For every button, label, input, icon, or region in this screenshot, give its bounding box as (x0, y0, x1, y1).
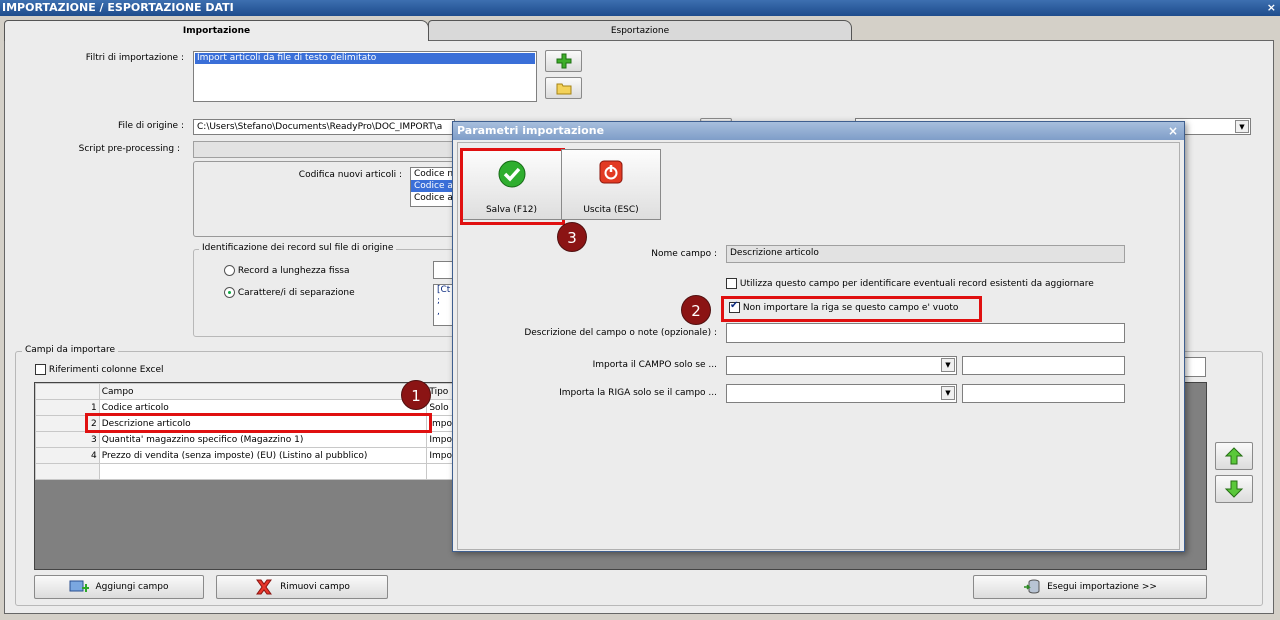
remove-x-icon (256, 579, 273, 595)
row-number: 3 (35, 431, 100, 448)
table-header-row: Campo Tipo (35, 383, 455, 400)
table-row[interactable]: 4 Prezzo di vendita (senza imposte) (EU)… (35, 447, 455, 464)
table-row[interactable]: 3 Quantita' magazzino specifico (Magazzi… (35, 431, 455, 448)
notes-input[interactable] (726, 323, 1125, 343)
filters-label: Filtri di importazione : (85, 53, 184, 63)
add-field-label: Aggiungi campo (95, 582, 169, 592)
tab-importazione[interactable]: Importazione (4, 20, 429, 41)
dialog-title: Parametri importazione (457, 124, 605, 137)
exit-label: Uscita (ESC) (583, 205, 639, 215)
annotation-badge-3: 3 (557, 222, 587, 252)
identify-checkbox-label: Utilizza questo campo per identificare e… (739, 279, 1094, 289)
remove-field-label: Rimuovi campo (280, 582, 350, 592)
chevron-down-icon[interactable]: ▼ (941, 358, 955, 372)
import-field-value-input[interactable] (962, 356, 1125, 375)
codifica-list[interactable]: Codice n Codice a Codice a (410, 167, 455, 207)
import-row-if-label: Importa la RIGA solo se il campo ... (559, 388, 717, 398)
add-filter-button[interactable] (545, 50, 582, 72)
excel-refs-checkbox[interactable] (35, 364, 46, 375)
add-field-button[interactable]: Aggiungi campo (34, 575, 204, 599)
row-number (35, 463, 100, 480)
script-pre-input[interactable] (193, 141, 455, 158)
source-file-label: File di origine : (117, 121, 184, 131)
codifica-label: Codifica nuovi articoli : (298, 170, 402, 180)
row-campo[interactable]: Quantita' magazzino specifico (Magazzino… (98, 431, 428, 448)
remove-field-button[interactable]: Rimuovi campo (216, 575, 388, 599)
arrow-down-icon (1224, 480, 1244, 498)
filters-list[interactable]: Import articoli da file di testo delimit… (193, 51, 537, 102)
window-titlebar: IMPORTAZIONE / ESPORTAZIONE DATI × (0, 0, 1280, 16)
radio-fixed-icon[interactable] (224, 265, 235, 276)
dialog-titlebar: Parametri importazione × (453, 122, 1184, 140)
radio-fixed-label: Record a lunghezza fissa (237, 266, 350, 276)
row-tipo[interactable] (426, 463, 455, 480)
filters-list-item[interactable]: Import articoli da file di testo delimit… (195, 53, 535, 64)
identify-checkbox[interactable] (726, 278, 737, 289)
codifica-option-selected[interactable]: Codice a (411, 180, 454, 192)
row-tipo[interactable]: Impo (426, 431, 455, 448)
import-row-value-input[interactable] (962, 384, 1125, 403)
fields-group-title: Campi da importare (22, 345, 118, 355)
codifica-option[interactable]: Codice n (411, 168, 454, 180)
radio-fixed-length[interactable]: Record a lunghezza fissa (224, 265, 349, 276)
import-field-condition-combo[interactable]: ▼ (726, 356, 957, 375)
exit-button[interactable]: Uscita (ESC) (561, 149, 661, 220)
annotation-badge-2: 2 (681, 295, 711, 325)
import-params-dialog: Parametri importazione × Salva (F12) Usc… (452, 121, 1185, 552)
excel-refs-checkbox-row[interactable]: Riferimenti colonne Excel (35, 364, 164, 375)
run-import-button[interactable]: Esegui importazione >> (973, 575, 1207, 599)
field-name-label: Nome campo : (651, 249, 717, 259)
radio-separator-icon[interactable] (224, 287, 235, 298)
folder-icon (556, 83, 571, 95)
import-field-if-label: Importa il CAMPO solo se ... (592, 360, 717, 370)
import-row-condition-combo[interactable]: ▼ (726, 384, 957, 403)
open-filter-button[interactable] (545, 77, 582, 99)
power-icon (599, 160, 623, 184)
radio-separator[interactable]: Carattere/i di separazione (224, 287, 355, 298)
radio-separator-label: Carattere/i di separazione (237, 288, 355, 298)
highlight-skip-empty (721, 296, 982, 322)
plus-icon (556, 53, 571, 69)
identification-title: Identificazione dei record sul file di o… (199, 243, 397, 253)
row-tipo[interactable]: Impo (426, 447, 455, 464)
excel-refs-label: Riferimenti colonne Excel (48, 365, 164, 375)
field-name-input: Descrizione articolo (726, 245, 1125, 263)
arrow-up-icon (1224, 447, 1244, 465)
move-down-button[interactable] (1215, 475, 1253, 503)
window-title: IMPORTAZIONE / ESPORTAZIONE DATI (2, 1, 234, 14)
identify-checkbox-row[interactable]: Utilizza questo campo per identificare e… (726, 278, 1094, 289)
run-import-label: Esegui importazione >> (1047, 582, 1157, 592)
row-number: 4 (35, 447, 100, 464)
codifica-option[interactable]: Codice a (411, 192, 454, 204)
chevron-down-icon[interactable]: ▼ (1235, 120, 1249, 133)
database-import-icon (1024, 579, 1040, 594)
close-icon[interactable]: × (1267, 0, 1276, 16)
highlight-row-descrizione (85, 413, 432, 433)
table-header-tipo[interactable]: Tipo (426, 383, 455, 400)
move-up-button[interactable] (1215, 442, 1253, 470)
table-header-rownum (35, 383, 100, 400)
add-field-icon (69, 580, 90, 592)
row-campo[interactable] (98, 463, 428, 480)
annotation-badge-1: 1 (401, 380, 431, 410)
table-row-empty[interactable] (35, 463, 455, 480)
notes-label: Descrizione del campo o note (opzionale)… (524, 328, 717, 338)
table-header-campo[interactable]: Campo (98, 383, 428, 400)
tab-esportazione[interactable]: Esportazione (428, 20, 852, 41)
source-file-input[interactable]: C:\Users\Stefano\Documents\ReadyPro\DOC_… (193, 119, 455, 135)
highlight-save-button (460, 148, 565, 225)
chevron-down-icon[interactable]: ▼ (941, 386, 955, 400)
script-pre-label: Script pre-processing : (78, 144, 180, 154)
dialog-close-icon[interactable]: × (1168, 122, 1178, 140)
row-campo[interactable]: Prezzo di vendita (senza imposte) (EU) (… (98, 447, 428, 464)
